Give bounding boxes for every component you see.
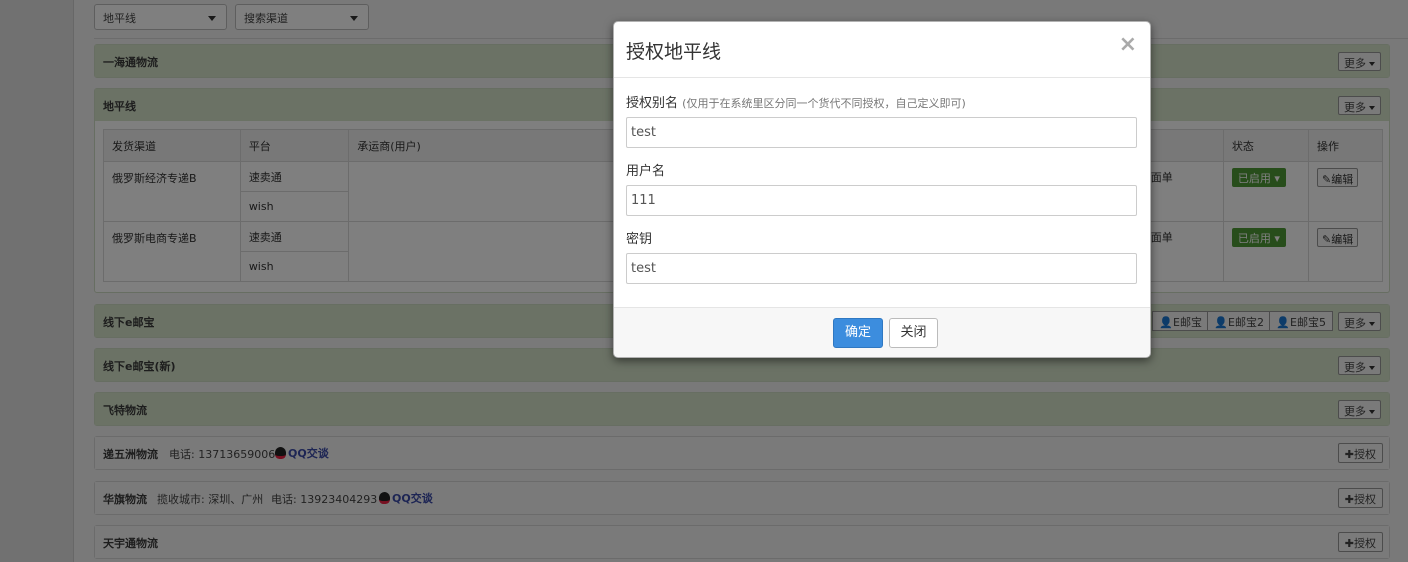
username-label: 用户名 <box>626 164 666 179</box>
alias-input[interactable] <box>626 117 1137 148</box>
alias-label: 授权别名 (仅用于在系统里区分同一个货代不同授权，自己定义即可) <box>626 92 1138 111</box>
confirm-button[interactable]: 确定 <box>833 318 883 348</box>
modal-title: 授权地平线 <box>626 41 722 63</box>
alias-label-text: 授权别名 <box>626 96 679 111</box>
secret-key-input[interactable] <box>626 253 1137 284</box>
alias-hint: (仅用于在系统里区分同一个货代不同授权，自己定义即可) <box>682 97 966 110</box>
modal-body: 授权别名 (仅用于在系统里区分同一个货代不同授权，自己定义即可) 用户名 密钥 <box>626 92 1138 296</box>
secret-key-label: 密钥 <box>626 232 653 247</box>
modal-footer: 确定 关闭 <box>614 307 1150 357</box>
modal-header: 授权地平线 × <box>614 22 1150 78</box>
close-icon[interactable]: × <box>1119 34 1137 56</box>
username-input[interactable] <box>626 185 1137 216</box>
close-button[interactable]: 关闭 <box>889 318 938 348</box>
authorize-modal: 授权地平线 × 授权别名 (仅用于在系统里区分同一个货代不同授权，自己定义即可)… <box>613 21 1151 358</box>
